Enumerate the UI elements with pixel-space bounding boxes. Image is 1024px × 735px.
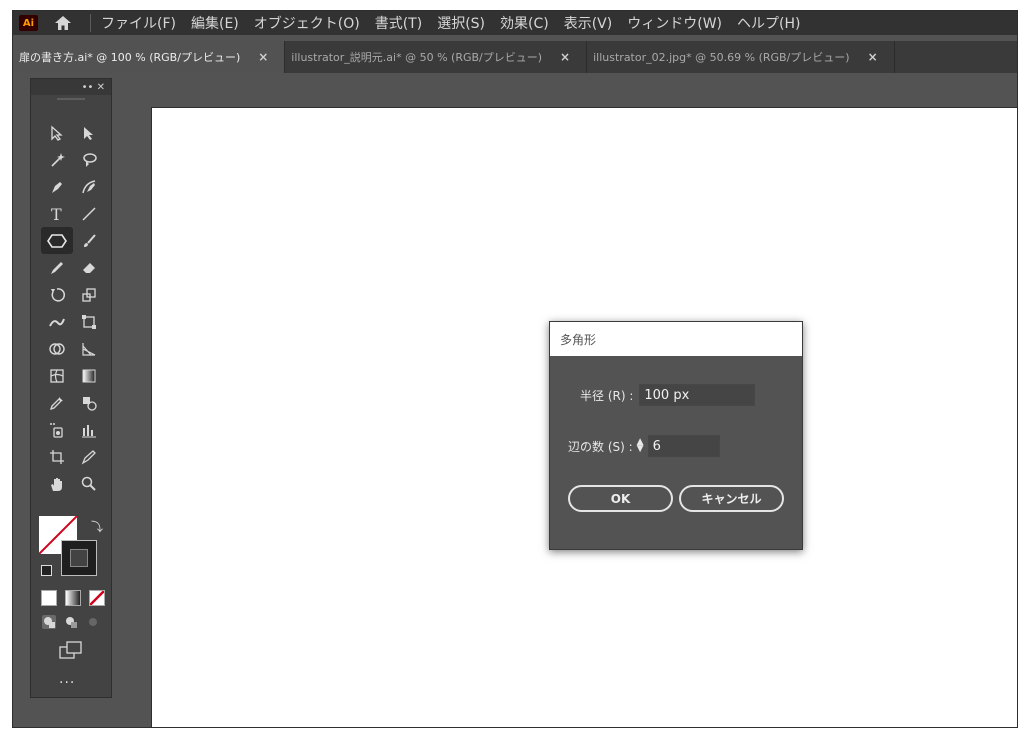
type-tool-icon[interactable]: T — [41, 200, 73, 227]
tool-grid: T — [41, 119, 105, 497]
document-tab-bar: 扉の書き方.ai* @ 100 % (RGB/プレビュー) × illustra… — [13, 41, 1017, 73]
paintbrush-tool-icon[interactable] — [73, 227, 105, 254]
free-transform-tool-icon[interactable] — [73, 308, 105, 335]
document-tab[interactable]: illustrator_02.jpg* @ 50.69 % (RGB/プレビュー… — [587, 41, 895, 73]
eraser-tool-icon[interactable] — [73, 254, 105, 281]
color-mode-row — [41, 590, 105, 606]
radius-input[interactable]: 100 px — [639, 384, 756, 406]
tab-label: illustrator_説明元.ai* @ 50 % (RGB/プレビュー) — [291, 51, 543, 64]
shape-builder-tool-icon[interactable] — [41, 335, 73, 362]
draw-behind-icon[interactable] — [63, 614, 79, 630]
radius-row: 半径 (R) : 100 px — [580, 384, 756, 406]
color-mode-icon[interactable] — [41, 590, 57, 606]
fill-stroke-controls: ⤵ — [39, 516, 103, 584]
menu-help[interactable]: ヘルプ(H) — [737, 13, 800, 33]
none-mode-icon[interactable] — [89, 590, 105, 606]
menu-separator — [90, 14, 91, 32]
zoom-tool-icon[interactable] — [73, 470, 105, 497]
home-icon[interactable] — [52, 14, 74, 32]
menu-window[interactable]: ウィンドウ(W) — [627, 13, 722, 33]
menu-object[interactable]: オブジェクト(O) — [254, 13, 360, 33]
tools-panel-header[interactable]: •• ✕ — [31, 79, 111, 95]
document-tab[interactable]: illustrator_説明元.ai* @ 50 % (RGB/プレビュー) × — [285, 41, 588, 73]
slice-tool-icon[interactable] — [73, 443, 105, 470]
tab-close-icon[interactable]: × — [560, 50, 570, 64]
tab-label: 扉の書き方.ai* @ 100 % (RGB/プレビュー) — [19, 51, 241, 64]
selection-tool-icon[interactable] — [41, 119, 73, 146]
pen-tool-icon[interactable] — [41, 173, 73, 200]
illustrator-window: Ai ファイル(F) 編集(E) オブジェクト(O) 書式(T) 選択(S) 効… — [12, 10, 1018, 728]
menu-select[interactable]: 選択(S) — [437, 13, 485, 33]
eyedropper-tool-icon[interactable] — [41, 389, 73, 416]
draw-inside-icon[interactable] — [85, 614, 101, 630]
blend-tool-icon[interactable] — [73, 389, 105, 416]
hand-tool-icon[interactable] — [41, 470, 73, 497]
polygon-dialog: 多角形 半径 (R) : 100 px 辺の数 (S) : ▲ ▼ 6 OK キャ… — [549, 321, 803, 550]
column-graph-tool-icon[interactable] — [73, 416, 105, 443]
symbol-sprayer-tool-icon[interactable] — [41, 416, 73, 443]
app-logo: Ai — [19, 15, 38, 31]
menu-bar: Ai ファイル(F) 編集(E) オブジェクト(O) 書式(T) 選択(S) 効… — [13, 11, 1017, 35]
polygon-tool-icon[interactable] — [41, 227, 73, 254]
perspective-grid-tool-icon[interactable] — [73, 335, 105, 362]
radius-label: 半径 (R) : — [580, 388, 634, 403]
svg-text:T: T — [51, 206, 62, 222]
draw-mode-row — [41, 614, 101, 630]
warp-tool-icon[interactable] — [41, 308, 73, 335]
gradient-tool-icon[interactable] — [73, 362, 105, 389]
tools-panel: •• ✕ T ⤵ ··· — [30, 78, 112, 698]
gradient-mode-icon[interactable] — [65, 590, 81, 606]
mesh-tool-icon[interactable] — [41, 362, 73, 389]
dialog-title: 多角形 — [550, 322, 802, 356]
sides-row: 辺の数 (S) : ▲ ▼ 6 — [568, 435, 720, 457]
default-fill-stroke-icon[interactable] — [41, 565, 52, 576]
pencil-tool-icon[interactable] — [41, 254, 73, 281]
stroke-swatch[interactable] — [61, 540, 97, 576]
artboard-tool-icon[interactable] — [41, 443, 73, 470]
sides-stepper-icon[interactable]: ▲ ▼ — [637, 438, 644, 454]
sides-label: 辺の数 (S) : — [568, 439, 633, 454]
menu-edit[interactable]: 編集(E) — [191, 13, 239, 33]
sides-input[interactable]: 6 — [647, 435, 720, 457]
curvature-tool-icon[interactable] — [73, 173, 105, 200]
line-segment-tool-icon[interactable] — [73, 200, 105, 227]
direct-selection-tool-icon[interactable] — [73, 119, 105, 146]
tab-label: illustrator_02.jpg* @ 50.69 % (RGB/プレビュー… — [593, 51, 850, 64]
screen-mode-icon[interactable] — [59, 641, 83, 663]
panel-collapse-close-icon[interactable]: •• ✕ — [82, 82, 105, 93]
edit-toolbar-more-icon[interactable]: ··· — [59, 675, 75, 691]
scale-tool-icon[interactable] — [73, 281, 105, 308]
document-tab[interactable]: 扉の書き方.ai* @ 100 % (RGB/プレビュー) × — [13, 41, 286, 73]
draw-normal-icon[interactable] — [41, 614, 57, 630]
magic-wand-tool-icon[interactable] — [41, 146, 73, 173]
panel-grip[interactable] — [57, 98, 85, 100]
menu-file[interactable]: ファイル(F) — [101, 13, 176, 33]
menu-effect[interactable]: 効果(C) — [500, 13, 549, 33]
rotate-tool-icon[interactable] — [41, 281, 73, 308]
ok-button[interactable]: OK — [568, 485, 673, 512]
menu-type[interactable]: 書式(T) — [375, 13, 422, 33]
lasso-tool-icon[interactable] — [73, 146, 105, 173]
menu-view[interactable]: 表示(V) — [564, 13, 613, 33]
tab-close-icon[interactable]: × — [868, 50, 878, 64]
tab-close-icon[interactable]: × — [258, 50, 268, 64]
cancel-button[interactable]: キャンセル — [679, 485, 784, 512]
swap-fill-stroke-icon[interactable]: ⤵ — [91, 518, 103, 535]
stroke-swatch-inner — [70, 549, 88, 567]
